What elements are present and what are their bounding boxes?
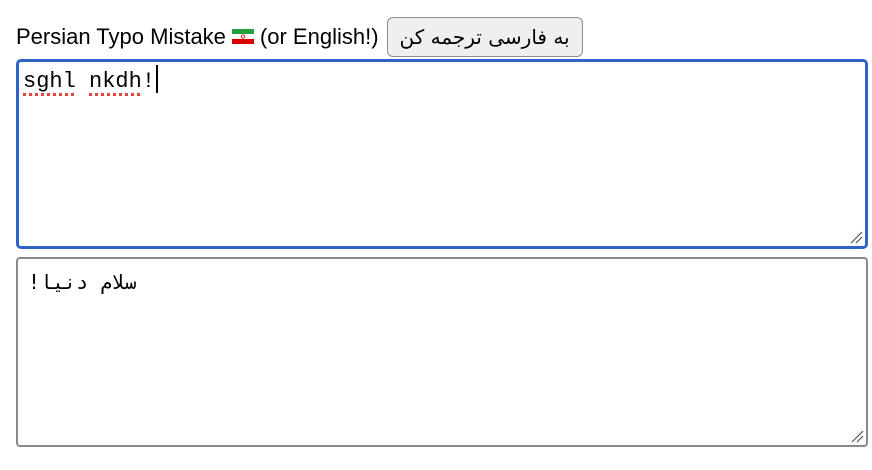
translate-to-persian-button[interactable]: به فارسی ترجمه کن [386, 17, 583, 57]
resize-grip-icon[interactable] [849, 230, 863, 244]
field-label: Persian Typo Mistake (or English!) [16, 23, 379, 51]
label-prefix: Persian Typo Mistake [16, 24, 226, 49]
iran-flag-icon [231, 28, 254, 44]
misspelled-word: nkdh [89, 69, 142, 94]
resize-grip-icon[interactable] [850, 429, 864, 443]
label-suffix: (or English!) [259, 24, 379, 49]
typo-input-textarea[interactable]: sghl nkdh! [16, 59, 868, 249]
translation-output-textarea[interactable]: سلام دنیا! [16, 257, 868, 447]
typed-text: sghl nkdh! [23, 65, 159, 98]
text-caret [156, 65, 159, 94]
translated-text: سلام دنیا! [28, 270, 137, 294]
misspelled-word: sghl [23, 69, 76, 94]
typed-punctuation: ! [141, 69, 156, 94]
header-row: Persian Typo Mistake (or English!) به فا… [16, 16, 583, 58]
